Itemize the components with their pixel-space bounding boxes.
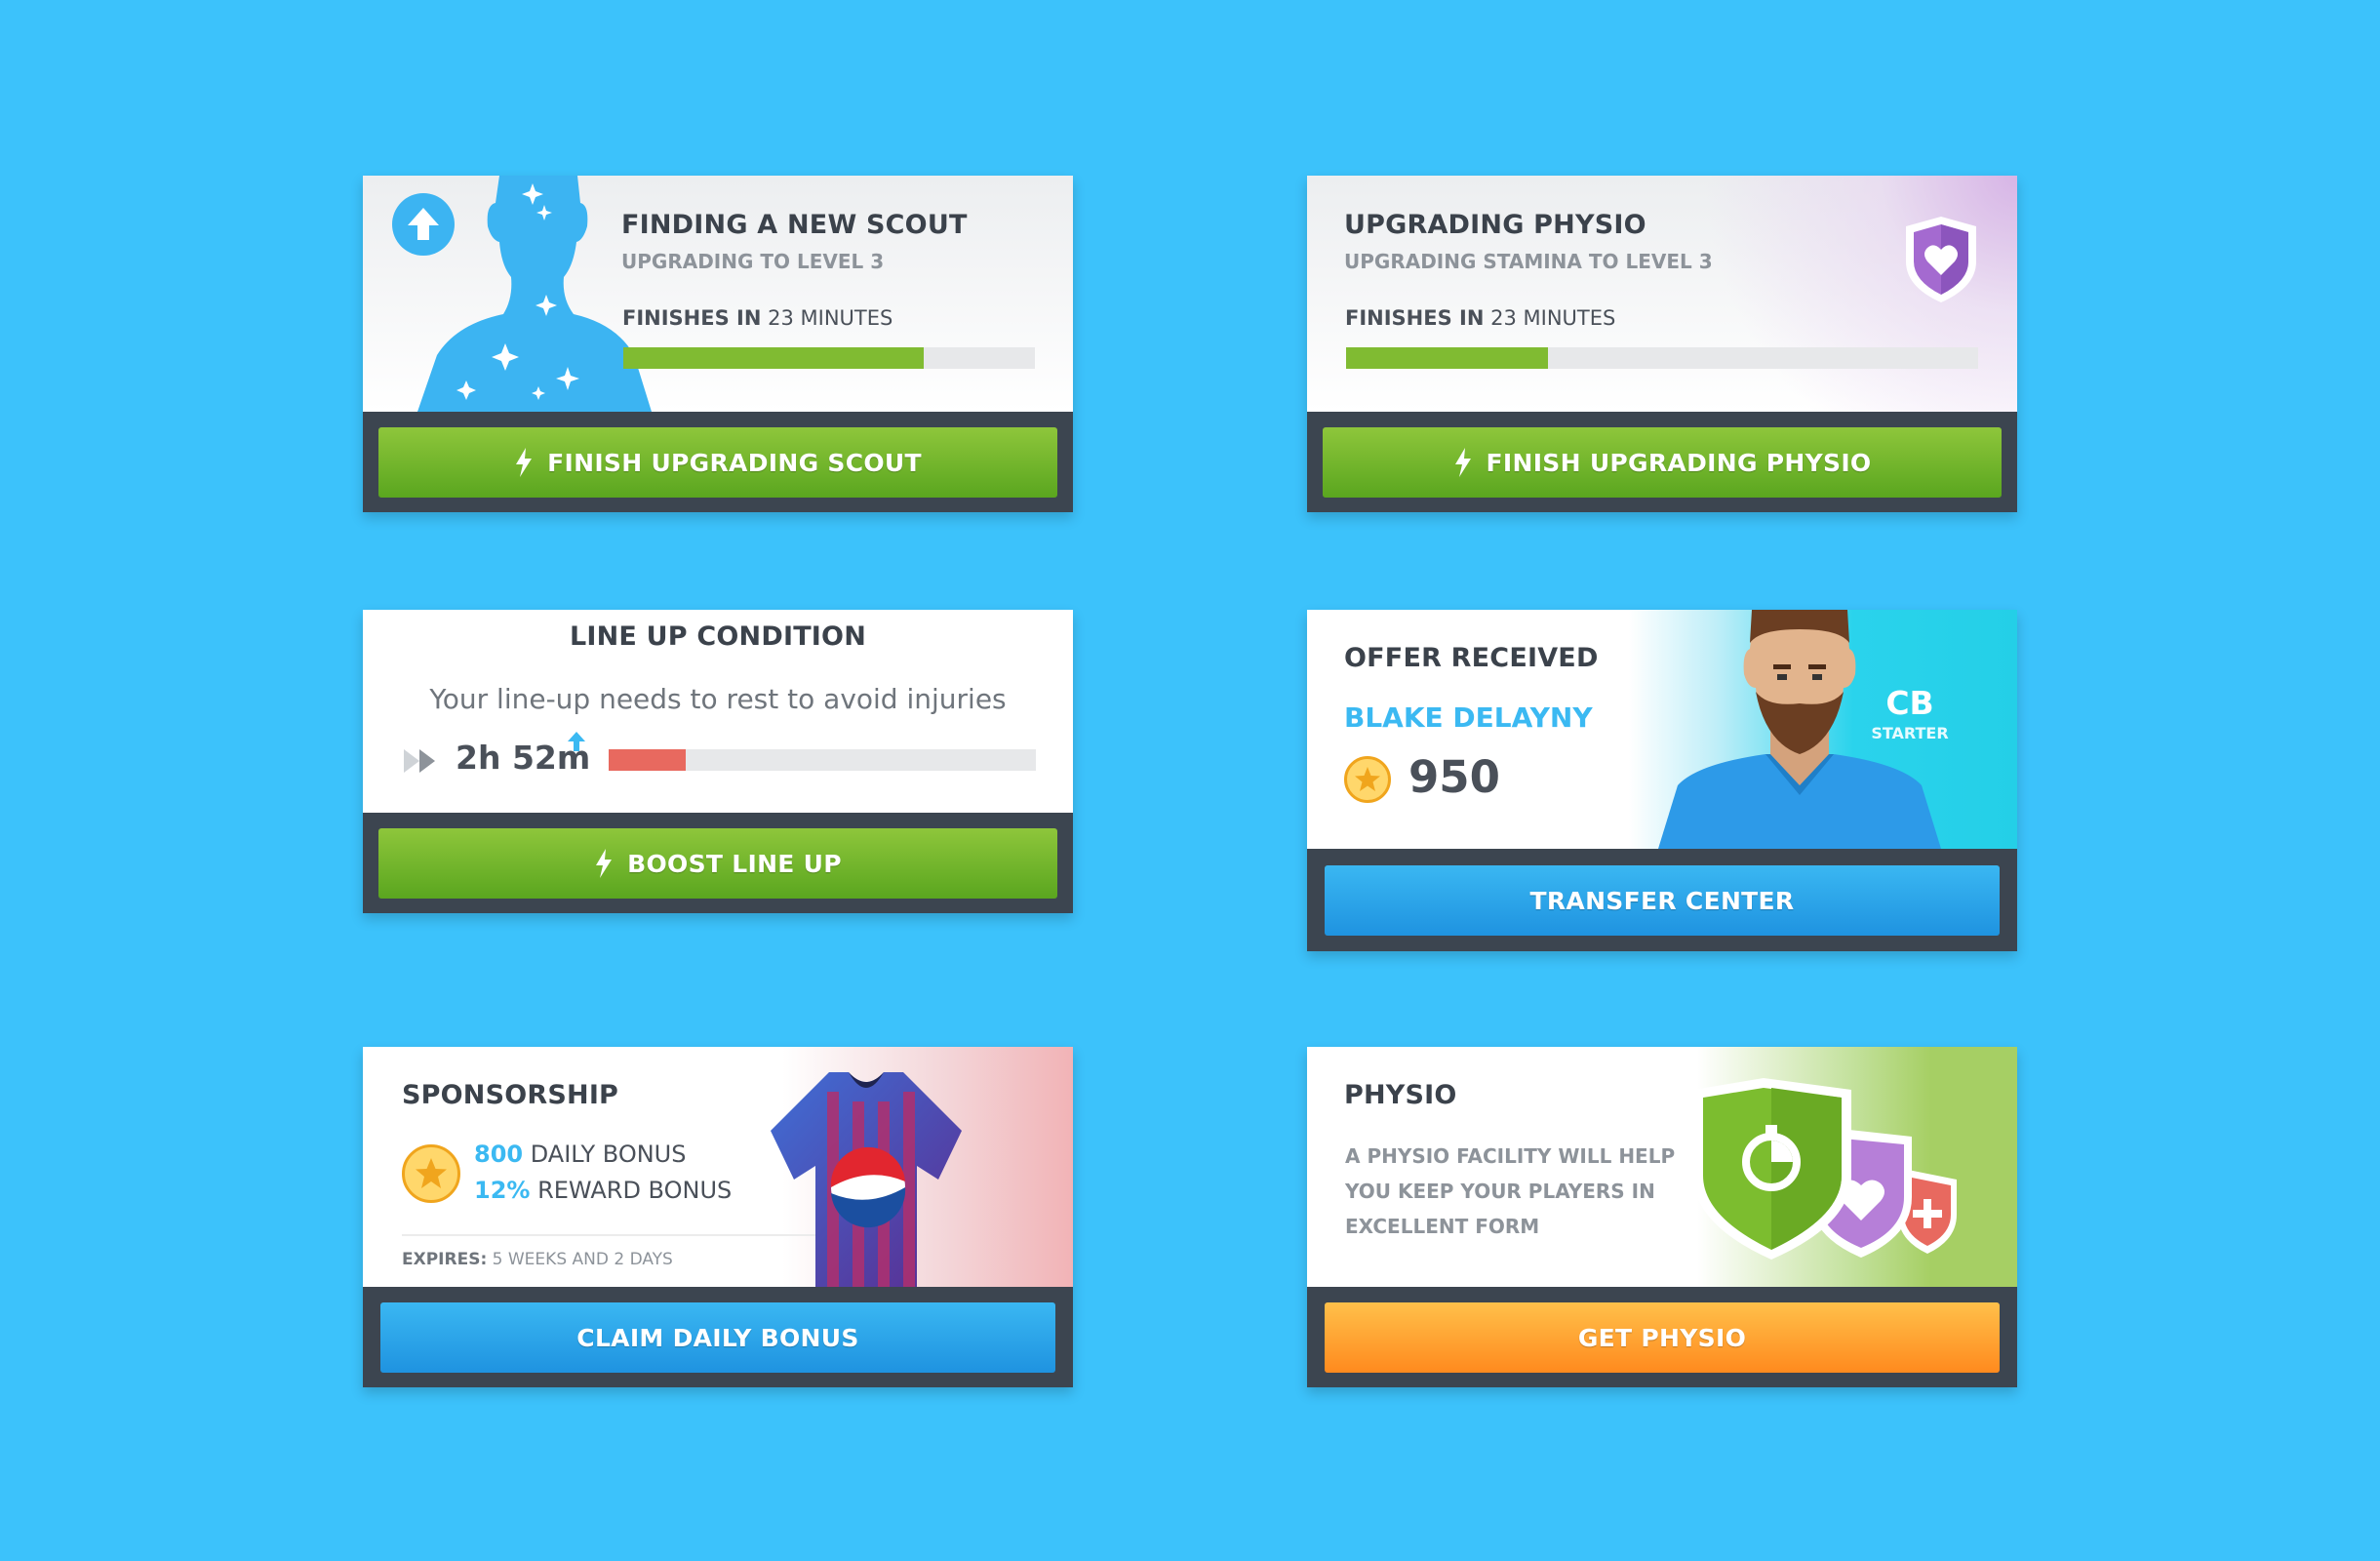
- sponsorship-panel: SPONSORSHIP 800 DAILY BONUS 12% REWARD B…: [363, 1047, 1073, 1287]
- get-physio-label: GET PHYSIO: [1577, 1323, 1747, 1352]
- finish-upgrading-physio-label: FINISH UPGRADING PHYSIO: [1486, 448, 1872, 477]
- lineup-progress-bar: [609, 749, 1036, 771]
- lineup-progress-fill: [609, 749, 686, 771]
- physio-upgrade-finishes-label: FINISHES IN: [1345, 306, 1485, 330]
- physio-description-line-2: YOU KEEP YOUR PLAYERS IN: [1345, 1180, 1655, 1203]
- finish-upgrading-physio-button[interactable]: FINISH UPGRADING PHYSIO: [1323, 427, 2002, 498]
- scout-subtitle: UPGRADING TO LEVEL 3: [621, 250, 885, 273]
- lightning-icon: [516, 448, 533, 477]
- expires-row: EXPIRES: 5 WEEKS AND 2 DAYS: [402, 1250, 673, 1269]
- physio-upgrade-subtitle: UPGRADING STAMINA TO LEVEL 3: [1344, 250, 1713, 273]
- physio-description-line-1: A PHYSIO FACILITY WILL HELP: [1345, 1144, 1676, 1168]
- daily-bonus-row: 800 DAILY BONUS: [474, 1141, 686, 1168]
- lightning-icon: [1454, 448, 1471, 477]
- reward-bonus-row: 12% REWARD BONUS: [474, 1177, 732, 1204]
- coin-icon: [1344, 756, 1391, 803]
- lineup-card: LINE UP CONDITION Your line-up needs to …: [363, 610, 1073, 913]
- scout-finishes-value: 23 MINUTES: [768, 306, 893, 330]
- daily-bonus-value: 800: [474, 1141, 524, 1168]
- reward-bonus-value: 12%: [474, 1177, 531, 1204]
- expires-value: 5 WEEKS AND 2 DAYS: [492, 1250, 673, 1269]
- scout-progress-fill: [623, 347, 925, 369]
- physio-upgrade-finishes-value: 23 MINUTES: [1490, 306, 1616, 330]
- lineup-panel: LINE UP CONDITION Your line-up needs to …: [363, 610, 1073, 813]
- physio-upgrade-finishes: FINISHES IN 23 MINUTES: [1345, 306, 1615, 330]
- scout-card: FINDING A NEW SCOUT UPGRADING TO LEVEL 3…: [363, 176, 1073, 512]
- finish-upgrading-scout-button[interactable]: FINISH UPGRADING SCOUT: [378, 427, 1057, 498]
- transfer-center-label: TRANSFER CENTER: [1529, 886, 1795, 915]
- physio-upgrade-panel: UPGRADING PHYSIO UPGRADING STAMINA TO LE…: [1307, 176, 2017, 412]
- lineup-message: Your line-up needs to rest to avoid inju…: [429, 683, 1007, 715]
- physio-upgrade-progress-bar: [1346, 347, 1978, 369]
- physio-title: PHYSIO: [1344, 1080, 1457, 1110]
- physio-description: A PHYSIO FACILITY WILL HELP YOU KEEP YOU…: [1345, 1139, 1675, 1244]
- offer-panel: OFFER RECEIVED BLAKE DELAYNY 950 CB STAR…: [1307, 610, 2017, 849]
- claim-daily-bonus-label: CLAIM DAILY BONUS: [576, 1323, 859, 1352]
- small-arrow-up-icon: [568, 732, 585, 751]
- scout-finishes: FINISHES IN 23 MINUTES: [622, 306, 892, 330]
- jersey-icon: [771, 1072, 962, 1287]
- scout-panel: FINDING A NEW SCOUT UPGRADING TO LEVEL 3…: [363, 176, 1073, 412]
- finish-upgrading-scout-label: FINISH UPGRADING SCOUT: [547, 448, 922, 477]
- physio-card: PHYSIO A PHYSIO FACILITY WILL HELP YOU K…: [1307, 1047, 2017, 1387]
- physio-upgrade-title: UPGRADING PHYSIO: [1344, 210, 1646, 240]
- physio-description-line-3: EXCELLENT FORM: [1345, 1215, 1540, 1238]
- sponsorship-card: SPONSORSHIP 800 DAILY BONUS 12% REWARD B…: [363, 1047, 1073, 1387]
- lineup-title: LINE UP CONDITION: [569, 621, 867, 652]
- scout-finishes-label: FINISHES IN: [622, 306, 762, 330]
- position-badge: CB: [1885, 684, 1934, 722]
- physio-upgrade-card: UPGRADING PHYSIO UPGRADING STAMINA TO LE…: [1307, 176, 2017, 512]
- scout-progress-bar: [623, 347, 1035, 369]
- sponsorship-title: SPONSORSHIP: [402, 1080, 619, 1110]
- offer-card: OFFER RECEIVED BLAKE DELAYNY 950 CB STAR…: [1307, 610, 2017, 951]
- offer-title: OFFER RECEIVED: [1344, 643, 1599, 673]
- scout-title: FINDING A NEW SCOUT: [621, 210, 968, 240]
- coin-icon: [402, 1144, 460, 1203]
- offer-player-name: BLAKE DELAYNY: [1344, 701, 1593, 734]
- physio-shields-icon: [1693, 1078, 1957, 1260]
- heart-shield-icon: [1906, 217, 1976, 302]
- lightning-icon: [596, 849, 613, 878]
- transfer-center-button[interactable]: TRANSFER CENTER: [1325, 865, 2000, 936]
- role-label: STARTER: [1871, 724, 1949, 742]
- daily-bonus-label: DAILY BONUS: [530, 1141, 687, 1168]
- expires-label: EXPIRES:: [402, 1250, 488, 1269]
- fast-forward-icon: [404, 749, 435, 773]
- boost-lineup-button[interactable]: BOOST LINE UP: [378, 828, 1057, 899]
- claim-daily-bonus-button[interactable]: CLAIM DAILY BONUS: [380, 1302, 1055, 1373]
- reward-bonus-label: REWARD BONUS: [537, 1177, 733, 1204]
- physio-panel: PHYSIO A PHYSIO FACILITY WILL HELP YOU K…: [1307, 1047, 2017, 1287]
- offer-amount: 950: [1408, 751, 1500, 803]
- boost-lineup-label: BOOST LINE UP: [627, 849, 842, 878]
- get-physio-button[interactable]: GET PHYSIO: [1325, 1302, 2000, 1373]
- physio-upgrade-progress-fill: [1346, 347, 1549, 369]
